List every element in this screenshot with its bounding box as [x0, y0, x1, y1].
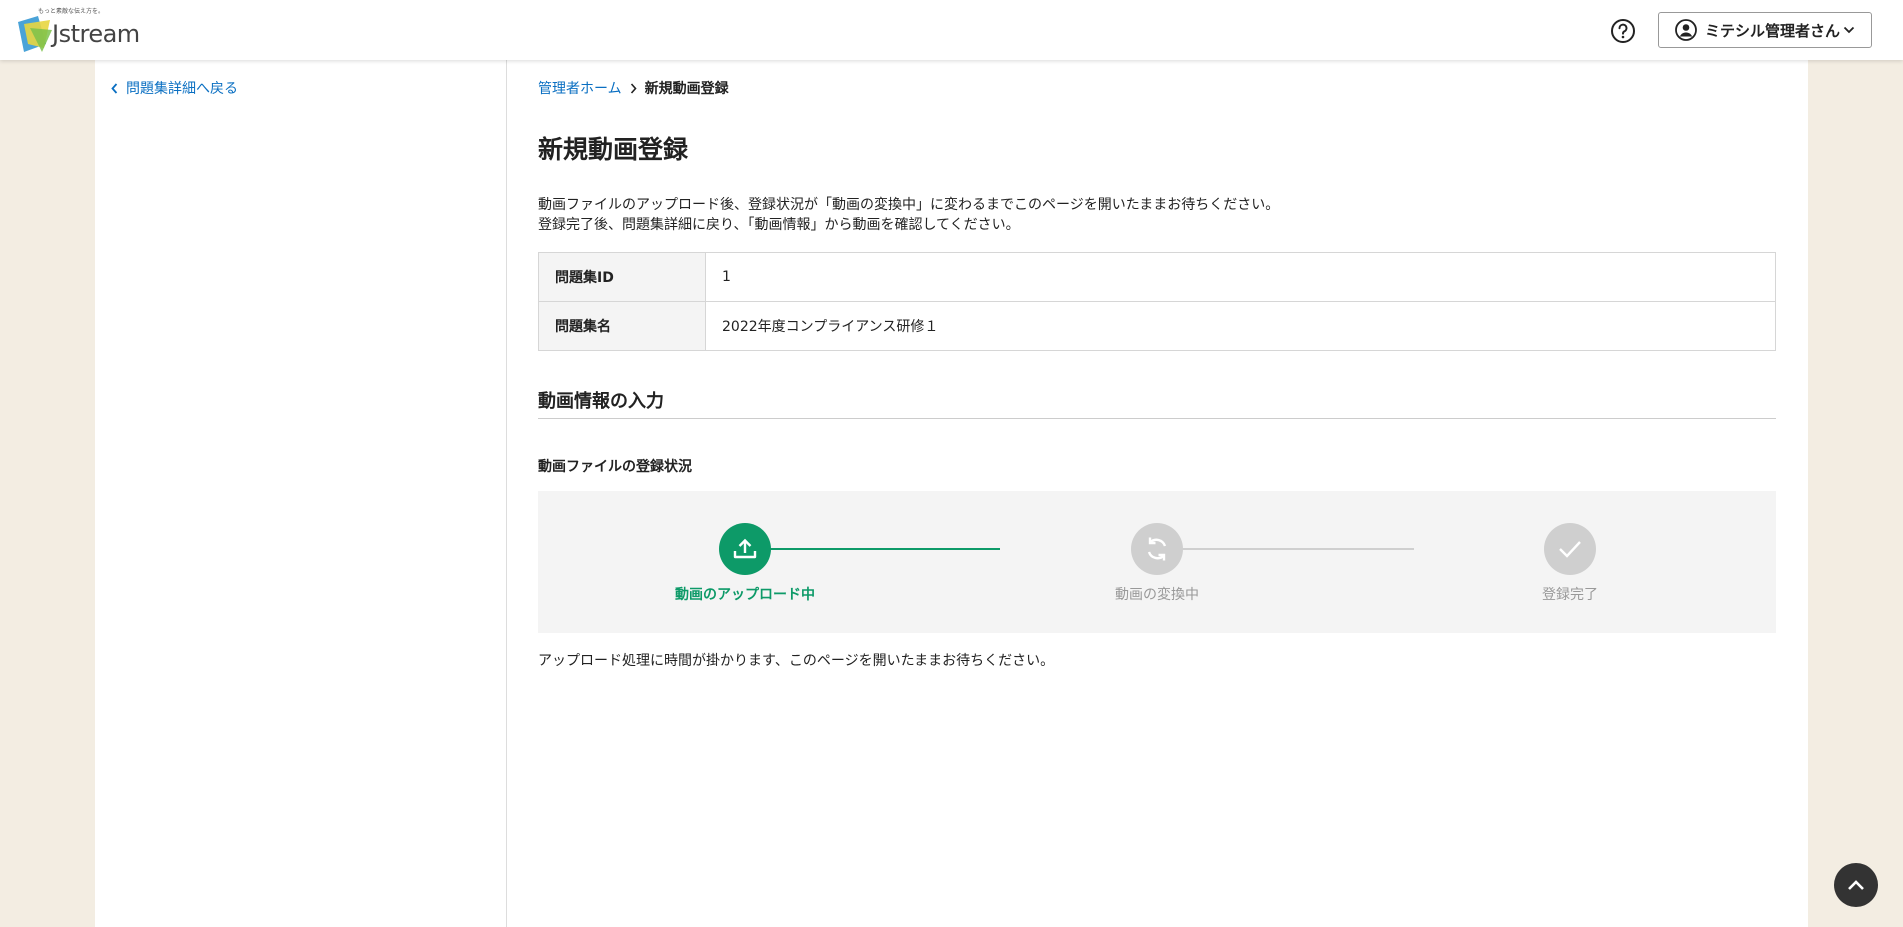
user-name: ミテシル管理者さん — [1705, 21, 1841, 40]
question-set-id-label: 問題集ID — [538, 252, 706, 302]
question-set-name-label: 問題集名 — [538, 301, 706, 351]
logo-text: Jstream — [52, 20, 140, 48]
step-connector-1 — [768, 548, 1000, 550]
question-set-id-value: 1 — [705, 252, 1776, 302]
table-row: 問題集名 2022年度コンプライアンス研修１ — [538, 301, 1776, 351]
check-icon — [1559, 541, 1581, 558]
section-title: 動画情報の入力 — [538, 387, 1776, 419]
page-description: 動画ファイルのアップロード後、登録状況が「動画の変換中」に変わるまでこのページを… — [538, 195, 1279, 235]
table-row: 問題集ID 1 — [538, 252, 1776, 302]
breadcrumb: 管理者ホーム 新規動画登録 — [538, 78, 729, 98]
back-to-question-set-link[interactable]: 問題集詳細へ戻る — [111, 78, 238, 98]
breadcrumb-home-link[interactable]: 管理者ホーム — [538, 78, 622, 98]
scroll-to-top-button[interactable] — [1834, 863, 1878, 907]
upload-status-title: 動画ファイルの登録状況 — [538, 459, 692, 475]
upload-note: アップロード処理に時間が掛かります、このページを開いたままお待ちください。 — [538, 653, 1055, 669]
step-complete-label: 登録完了 — [1542, 587, 1598, 603]
chevron-left-icon — [111, 82, 118, 94]
help-circle-icon[interactable] — [1610, 18, 1636, 44]
question-set-info-table: 問題集ID 1 問題集名 2022年度コンプライアンス研修１ — [538, 252, 1776, 351]
sidebar: 問題集詳細へ戻る — [95, 60, 507, 927]
step-converting — [1131, 523, 1183, 575]
app-header: もっと素敵な伝え方を。 Jstream ミテシル管理者さん — [0, 0, 1903, 60]
chevron-down-icon — [1843, 26, 1855, 34]
refresh-icon — [1147, 537, 1167, 561]
question-set-name-value: 2022年度コンプライアンス研修１ — [705, 301, 1776, 351]
chevron-up-icon — [1848, 880, 1864, 890]
step-connector-2 — [1182, 548, 1414, 550]
description-line-1: 動画ファイルのアップロード後、登録状況が「動画の変換中」に変わるまでこのページを… — [538, 197, 1280, 213]
description-line-2: 登録完了後、問題集詳細に戻り、「動画情報」から動画を確認してください。 — [538, 217, 1020, 233]
upload-icon — [733, 538, 757, 559]
user-menu-button[interactable]: ミテシル管理者さん — [1658, 12, 1872, 48]
upload-status-stepper: 動画のアップロード中 動画の変換中 登録完了 — [538, 491, 1776, 633]
breadcrumb-separator-icon — [630, 82, 637, 94]
jstream-logo[interactable]: もっと素敵な伝え方を。 Jstream — [14, 6, 140, 54]
step-upload-label: 動画のアップロード中 — [675, 587, 815, 603]
step-converting-label: 動画の変換中 — [1115, 587, 1199, 603]
back-link-label: 問題集詳細へ戻る — [126, 81, 238, 97]
main-content: 管理者ホーム 新規動画登録 新規動画登録 動画ファイルのアップロード後、登録状況… — [507, 60, 1808, 927]
step-complete — [1544, 523, 1596, 575]
page-title: 新規動画登録 — [538, 135, 689, 164]
user-circle-icon — [1675, 19, 1697, 41]
breadcrumb-current: 新規動画登録 — [644, 81, 729, 97]
step-upload — [719, 523, 771, 575]
